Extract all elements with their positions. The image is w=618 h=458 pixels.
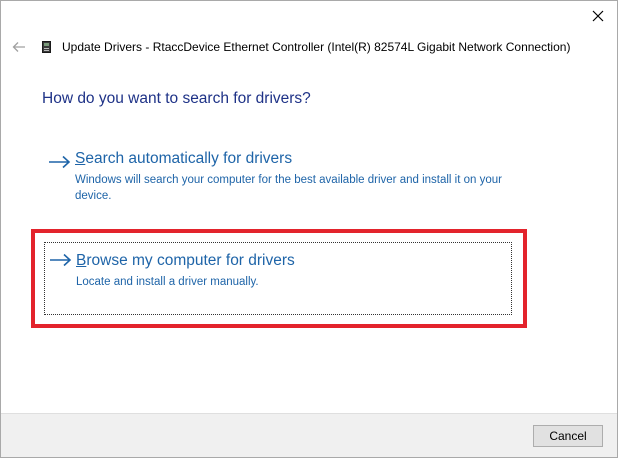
right-arrow-icon <box>50 253 72 267</box>
page-heading: How do you want to search for drivers? <box>42 90 311 107</box>
cancel-button[interactable]: Cancel <box>533 425 603 447</box>
access-key-letter: S <box>75 150 86 167</box>
dialog-title: Update Drivers - RtaccDevice Ethernet Co… <box>62 40 571 54</box>
right-arrow-icon <box>49 155 71 169</box>
dialog-header: Update Drivers - RtaccDevice Ethernet Co… <box>1 34 617 60</box>
access-key-letter: B <box>76 252 87 269</box>
close-button[interactable] <box>583 3 613 29</box>
device-icon <box>42 41 51 53</box>
option-description: Windows will search your computer for th… <box>75 174 502 202</box>
update-drivers-dialog: Update Drivers - RtaccDevice Ethernet Co… <box>0 0 618 458</box>
dialog-footer: Cancel <box>1 413 617 457</box>
option-title: Browse my computer for drivers <box>76 252 295 270</box>
option-title-rest: earch automatically for drivers <box>85 150 293 167</box>
option-description: Locate and install a driver manually. <box>76 276 259 288</box>
back-button[interactable] <box>9 37 29 57</box>
search-automatically-option[interactable]: Search automatically for drivers Windows… <box>44 146 512 218</box>
option-title-rest: rowse my computer for drivers <box>86 252 295 269</box>
back-arrow-icon <box>12 42 25 52</box>
close-icon <box>592 10 604 22</box>
browse-my-computer-option[interactable]: Browse my computer for drivers Locate an… <box>44 242 512 315</box>
option-title: Search automatically for drivers <box>75 150 292 168</box>
